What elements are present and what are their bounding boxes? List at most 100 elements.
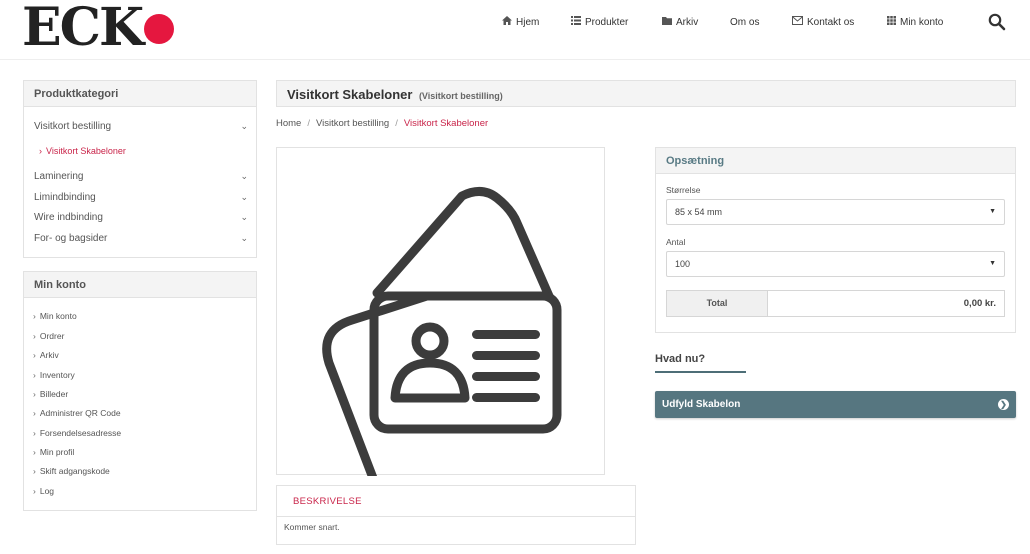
chevron-down-icon: ⌄: [240, 212, 248, 222]
site-header: ECK Hjem Produkter Arkiv Om os Kontakt o…: [0, 0, 1030, 60]
quantity-label: Antal: [666, 237, 686, 247]
breadcrumb-separator: /: [395, 118, 398, 129]
page-title-bar: Visitkort Skabeloner (Visitkort bestilli…: [276, 80, 1016, 107]
nav-label: Hjem: [516, 16, 540, 28]
account-link-label: Administrer QR Code: [39, 408, 121, 418]
nav-kontakt-os[interactable]: Kontakt os: [792, 14, 854, 30]
category-label: Laminering: [34, 171, 84, 182]
size-select-value: 85 x 54 mm: [675, 207, 723, 217]
chevron-right-icon: ›: [33, 408, 36, 418]
nav-label: Om os: [730, 16, 760, 28]
breadcrumb-separator: /: [307, 118, 310, 129]
chevron-right-icon: ›: [33, 447, 36, 457]
account-panel: Min konto › Min konto › Ordrer › Arkiv › Inv…: [23, 271, 257, 511]
logo[interactable]: ECK: [22, 2, 175, 54]
grid-icon: [887, 16, 896, 28]
breadcrumb-current: Visitkort Skabeloner: [403, 118, 489, 129]
breadcrumb-category[interactable]: Visitkort bestilling: [316, 118, 389, 129]
account-link-label: Log: [39, 486, 55, 496]
category-label: For- og bagsider: [34, 233, 108, 244]
description-text: Kommer snart.: [284, 522, 340, 532]
account-link-label: Min konto: [39, 311, 77, 321]
chevron-right-icon: ›: [33, 311, 36, 321]
account-link-forsendelsesadresse[interactable]: › Forsendelsesadresse: [33, 428, 121, 438]
chevron-down-icon: ⌄: [240, 171, 248, 181]
chevron-right-icon: ›: [33, 486, 36, 496]
category-label: Visitkort bestilling: [34, 121, 112, 132]
nav-label: Arkiv: [676, 16, 699, 28]
nav-min-konto[interactable]: Min konto: [887, 14, 943, 30]
category-label: Wire indbinding: [34, 212, 103, 223]
tab-beskrivelse[interactable]: BESKRIVELSE: [293, 496, 362, 507]
chevron-down-icon: ⌄: [240, 121, 248, 131]
category-item-for-bagsider[interactable]: For- og bagsider ⌄: [34, 233, 248, 244]
nav-produkter[interactable]: Produkter: [571, 14, 628, 30]
description-panel: BESKRIVELSE Kommer snart.: [276, 485, 636, 545]
account-link-label: Skift adgangskode: [39, 466, 110, 476]
account-panel-title: Min konto: [24, 272, 256, 298]
breadcrumb: Home / Visitkort bestilling / Visitkort Skab…: [276, 118, 488, 129]
chevron-right-icon: ›: [33, 428, 36, 438]
category-item-wire-indbinding[interactable]: Wire indbinding ⌄: [34, 212, 248, 223]
envelope-icon: [792, 16, 803, 28]
chevron-right-icon: ›: [33, 350, 36, 360]
caret-down-icon: ▼: [989, 208, 996, 215]
account-link-billeder[interactable]: › Billeder: [33, 389, 68, 399]
nav-label: Min konto: [900, 16, 944, 28]
total-label: Total: [667, 291, 768, 316]
total-value: 0,00 kr.: [963, 298, 996, 309]
nav-home[interactable]: Hjem: [502, 14, 539, 30]
account-link-label: Min profil: [39, 447, 75, 457]
chevron-right-icon: ›: [33, 370, 36, 380]
id-card-icon: [322, 187, 562, 483]
nav-label: Produkter: [585, 16, 629, 28]
page-title: Visitkort Skabeloner: [287, 87, 413, 102]
category-item-laminering[interactable]: Laminering ⌄: [34, 171, 248, 182]
nav-om-os[interactable]: Om os: [730, 14, 759, 30]
size-select[interactable]: 85 x 54 mm ▼: [666, 199, 1005, 225]
account-link-min-konto[interactable]: › Min konto: [33, 311, 77, 321]
account-link-skift-adgangskode[interactable]: › Skift adgangskode: [33, 466, 110, 476]
list-icon: [571, 16, 581, 28]
chevron-right-icon: ›: [33, 331, 36, 341]
product-image: [276, 147, 605, 483]
account-link-label: Arkiv: [39, 350, 59, 360]
total-row: Total 0,00 kr.: [666, 290, 1005, 317]
next-steps-heading: Hvad nu?: [655, 353, 706, 365]
account-link-inventory[interactable]: › Inventory: [33, 370, 75, 380]
arrow-right-circle-icon: ❯: [998, 399, 1009, 410]
size-label: Størrelse: [666, 185, 701, 195]
quantity-select-value: 100: [675, 259, 691, 269]
category-item-visitkort[interactable]: Visitkort bestilling ⌄: [34, 121, 248, 132]
logo-dot-icon: [144, 14, 175, 44]
options-panel: Opsætning Størrelse 85 x 54 mm ▼ Antal 1…: [655, 147, 1016, 333]
category-panel: Produktkategori Visitkort bestilling ⌄ ›…: [23, 80, 257, 258]
account-link-min-profil[interactable]: › Min profil: [33, 447, 74, 457]
account-link-qr-code[interactable]: › Administrer QR Code: [33, 408, 121, 418]
account-link-label: Forsendelsesadresse: [39, 428, 122, 438]
caret-down-icon: ▼: [989, 260, 996, 267]
nav-arkiv[interactable]: Arkiv: [662, 14, 698, 30]
nav-label: Kontakt os: [807, 16, 855, 28]
category-panel-title: Produktkategori: [24, 81, 256, 107]
account-link-log[interactable]: › Log: [33, 486, 54, 496]
quantity-select[interactable]: 100 ▼: [666, 251, 1005, 277]
search-icon[interactable]: [988, 13, 1006, 31]
chevron-right-icon: ›: [39, 146, 42, 156]
chevron-right-icon: ›: [33, 466, 36, 476]
category-sub-label: Visitkort Skabeloner: [46, 146, 126, 156]
fill-template-button[interactable]: Udfyld Skabelon ❯: [655, 391, 1016, 418]
chevron-right-icon: ›: [33, 389, 36, 399]
account-link-label: Ordrer: [39, 331, 65, 341]
account-link-arkiv[interactable]: › Arkiv: [33, 350, 59, 360]
account-link-ordrer[interactable]: › Ordrer: [33, 331, 64, 341]
page-subtitle: (Visitkort bestilling): [418, 91, 503, 101]
breadcrumb-home[interactable]: Home: [276, 118, 301, 129]
options-panel-title: Opsætning: [656, 148, 1015, 174]
folder-icon: [662, 16, 672, 28]
chevron-down-icon: ⌄: [240, 192, 248, 202]
category-label: Limindbinding: [34, 192, 96, 203]
category-subitem-skabeloner[interactable]: › Visitkort Skabeloner: [39, 146, 126, 156]
account-link-label: Billeder: [39, 389, 69, 399]
category-item-limindbinding[interactable]: Limindbinding ⌄: [34, 192, 248, 203]
